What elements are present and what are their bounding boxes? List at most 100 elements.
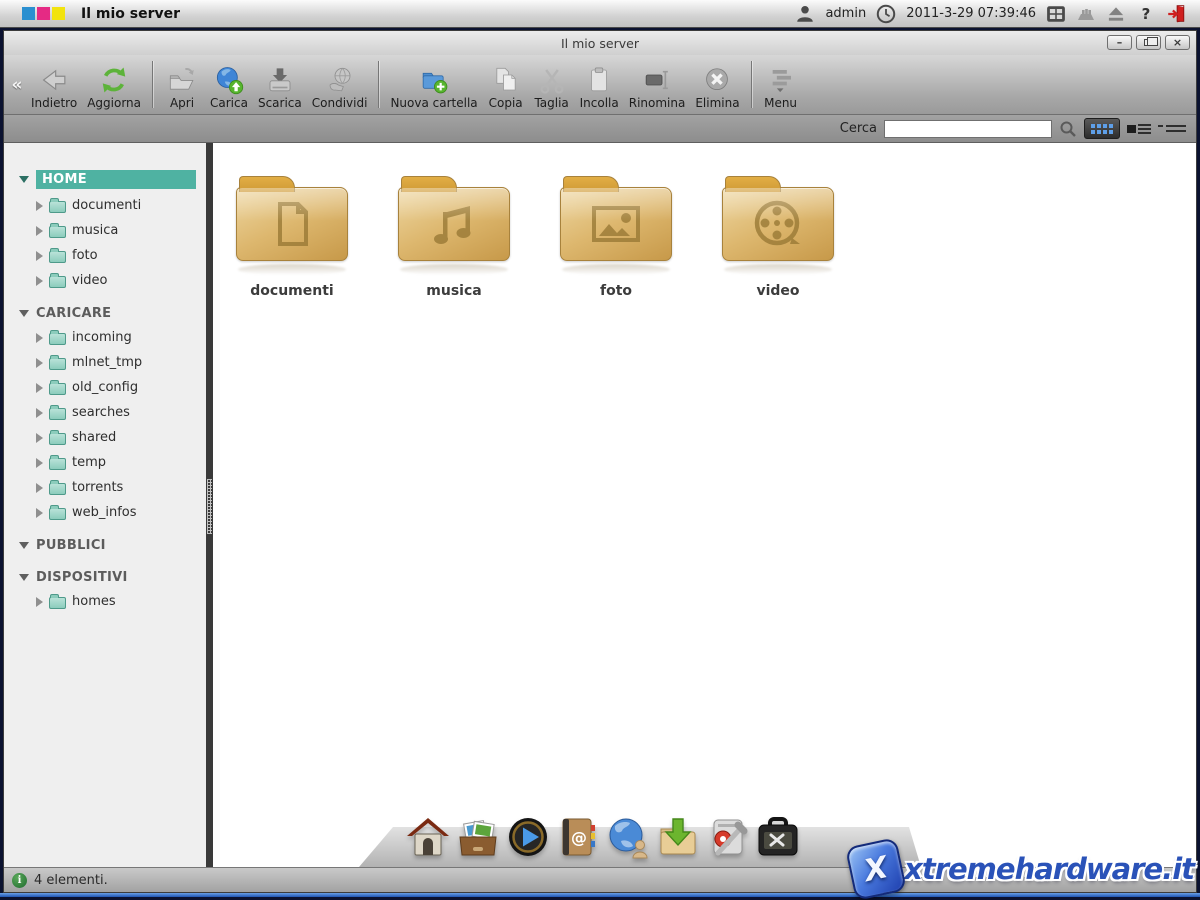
sidebar-item-mlnet-tmp[interactable]: mlnet_tmp: [4, 350, 206, 375]
expand-triangle-icon[interactable]: [36, 333, 43, 343]
logo-square-blue: [22, 7, 35, 20]
expand-triangle-icon[interactable]: [36, 251, 43, 261]
search-bar: Cerca: [4, 115, 1196, 143]
folder-icon: [49, 383, 66, 395]
download-folder-icon[interactable]: [655, 814, 700, 859]
sidebar-item-homes[interactable]: homes: [4, 589, 206, 614]
dock-icon[interactable]: [1076, 4, 1096, 24]
folder-icon: [49, 276, 66, 288]
new-folder-button[interactable]: Nuova cartella: [385, 55, 482, 114]
big-folder-icon: [560, 187, 672, 261]
sidebar-item-incoming[interactable]: incoming: [4, 325, 206, 350]
expand-triangle-icon[interactable]: [36, 276, 43, 286]
web-users-icon[interactable]: [605, 814, 650, 859]
share-icon: [323, 65, 357, 95]
folder-icon: [49, 251, 66, 263]
minimize-button[interactable]: –: [1107, 35, 1132, 50]
expand-triangle-icon[interactable]: [36, 201, 43, 211]
collapse-triangle-icon[interactable]: [19, 574, 29, 581]
resize-grip-icon[interactable]: [207, 479, 212, 534]
expand-triangle-icon[interactable]: [36, 483, 43, 493]
big-folder-icon: [722, 187, 834, 261]
disk-utility-icon[interactable]: [705, 814, 750, 859]
document-emblem-icon: [266, 198, 318, 250]
copy-button[interactable]: Copia: [483, 55, 529, 114]
sidebar-section-home[interactable]: HOME: [4, 166, 206, 193]
sidebar-item-musica[interactable]: musica: [4, 218, 206, 243]
photo-box-icon[interactable]: [455, 814, 500, 859]
expand-triangle-icon[interactable]: [36, 226, 43, 236]
expand-triangle-icon[interactable]: [36, 408, 43, 418]
sidebar-item-foto[interactable]: foto: [4, 243, 206, 268]
sidebar-section-dispositivi[interactable]: DISPOSITIVI: [4, 566, 206, 589]
sidebar-section-pubblici[interactable]: PUBBLICI: [4, 534, 206, 557]
sidebar-item-temp[interactable]: temp: [4, 450, 206, 475]
download-icon: [263, 65, 297, 95]
overflow-left-chevron[interactable]: «: [8, 55, 26, 114]
menu-button[interactable]: Menu: [758, 55, 804, 114]
folder-tile-documenti[interactable]: documenti: [222, 171, 362, 299]
toolbox-icon[interactable]: [755, 814, 800, 859]
sidebar-item-searches[interactable]: searches: [4, 400, 206, 425]
sidebar-item-web-infos[interactable]: web_infos: [4, 500, 206, 525]
expand-triangle-icon[interactable]: [36, 383, 43, 393]
magnifier-icon[interactable]: [1059, 118, 1077, 139]
sidebar-item-torrents[interactable]: torrents: [4, 475, 206, 500]
clock-icon: [876, 4, 896, 24]
refresh-button[interactable]: Aggiorna: [82, 55, 146, 114]
expand-triangle-icon[interactable]: [36, 458, 43, 468]
open-button[interactable]: Apri: [159, 55, 205, 114]
back-button[interactable]: Indietro: [26, 55, 82, 114]
search-input[interactable]: [884, 120, 1052, 138]
collapse-triangle-icon[interactable]: [19, 542, 29, 549]
expand-triangle-icon[interactable]: [36, 597, 43, 607]
sidebar-item-shared[interactable]: shared: [4, 425, 206, 450]
expand-triangle-icon[interactable]: [36, 358, 43, 368]
list-view-button[interactable]: [1127, 118, 1151, 139]
folder-tile-musica[interactable]: musica: [384, 171, 524, 299]
sidebar-section-caricare[interactable]: CARICARE: [4, 302, 206, 325]
collapse-triangle-icon[interactable]: [19, 176, 29, 183]
share-button[interactable]: Condividi: [307, 55, 373, 114]
cut-button[interactable]: Taglia: [529, 55, 575, 114]
download-button[interactable]: Scarica: [253, 55, 307, 114]
rename-button[interactable]: Rinomina: [624, 55, 691, 114]
home-icon[interactable]: [405, 814, 450, 859]
sidebar-item-documenti[interactable]: documenti: [4, 193, 206, 218]
rename-icon: [640, 65, 674, 95]
refresh-icon: [97, 65, 131, 95]
details-view-button[interactable]: [1158, 118, 1186, 139]
sidebar-resize-divider[interactable]: [206, 143, 213, 867]
toolbar-separator: [378, 61, 379, 108]
window-titlebar[interactable]: Il mio server – ×: [4, 31, 1196, 55]
grid-view-button[interactable]: [1084, 118, 1120, 139]
big-folder-icon: [236, 187, 348, 261]
paste-button[interactable]: Incolla: [575, 55, 624, 114]
expand-triangle-icon[interactable]: [36, 508, 43, 518]
open-icon: [165, 65, 199, 95]
folder-icon: [49, 201, 66, 213]
close-button[interactable]: ×: [1165, 35, 1190, 50]
file-view: documenti musica: [213, 143, 1196, 867]
upload-button[interactable]: Carica: [205, 55, 253, 114]
windows-grid-icon[interactable]: [1046, 4, 1066, 24]
eject-icon[interactable]: [1106, 4, 1126, 24]
sidebar-item-old-config[interactable]: old_config: [4, 375, 206, 400]
folder-tile-foto[interactable]: foto: [546, 171, 686, 299]
address-book-icon[interactable]: @: [555, 814, 600, 859]
info-icon: i: [12, 873, 27, 888]
user-icon: [795, 4, 815, 24]
expand-triangle-icon[interactable]: [36, 433, 43, 443]
folder-tile-video[interactable]: video: [708, 171, 848, 299]
collapse-triangle-icon[interactable]: [19, 310, 29, 317]
media-player-icon[interactable]: [505, 814, 550, 859]
desktop-top-bar: Il mio server admin 2011-3-29 07:39:46 ?: [0, 0, 1200, 28]
dock: @: [405, 814, 800, 859]
logout-icon[interactable]: [1166, 4, 1186, 24]
help-icon[interactable]: ?: [1136, 4, 1156, 24]
logged-user: admin: [825, 6, 866, 21]
sidebar-item-video[interactable]: video: [4, 268, 206, 293]
watermark-text: xtremehardware.it: [904, 852, 1194, 886]
delete-button[interactable]: Elimina: [690, 55, 744, 114]
restore-button[interactable]: [1136, 35, 1161, 50]
